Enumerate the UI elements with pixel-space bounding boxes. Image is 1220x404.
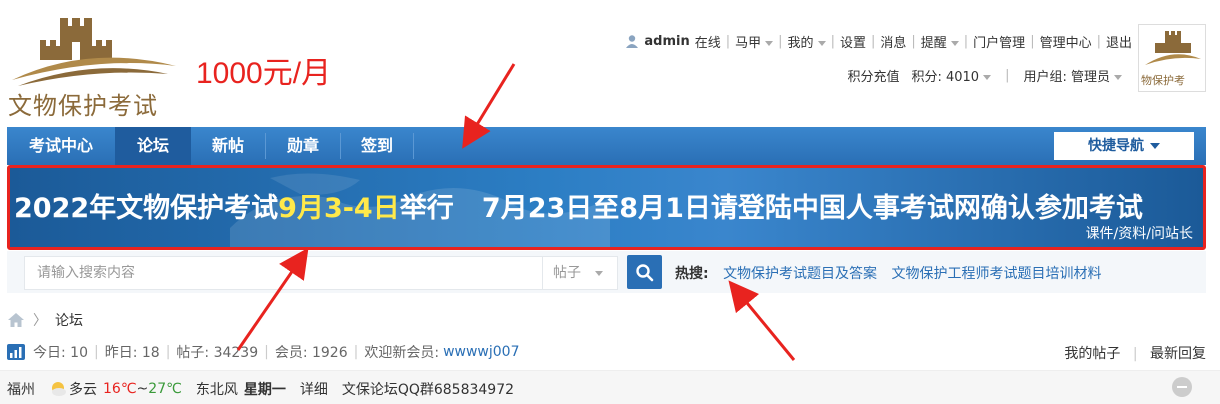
nav-checkin[interactable]: 签到 [341,127,413,165]
banner-subtitle[interactable]: 课件/资料/问站长 [1086,223,1193,243]
quick-nav-button[interactable]: 快捷导航 [1054,132,1194,160]
search-bar: 请输入搜索内容 帖子 热搜: 文物保护考试题目及答案 文物保护工程师考试题目培训… [7,251,1206,293]
bar-chart-icon [7,344,25,360]
logo-text: 文物保护考试 [8,92,158,120]
link-portal-admin[interactable]: 门户管理 [973,32,1025,51]
announcement-banner[interactable]: 2022年文物保护考试9月3-4日举行 7月23日至8月1日请登陆中国人事考试网… [7,165,1206,250]
online-status: 在线 [694,35,721,51]
weather-detail-link[interactable]: 详细 [300,379,328,399]
chevron-down-icon [765,40,774,46]
price-annotation: 1000元/月 [196,57,332,90]
cloudy-sun-icon [52,382,66,396]
chevron-down-icon [983,74,992,80]
link-alt-account[interactable]: 马甲 [735,32,774,51]
nav-exam-center[interactable]: 考试中心 [7,127,115,165]
link-reminders[interactable]: 提醒 [921,32,959,51]
home-icon[interactable] [7,312,25,328]
hot-searches-label: 热搜: [675,266,709,282]
weather-bar: 福州 多云 16℃ ~ 27℃ 东北风 星期一 详细 文保论坛QQ群685834… [0,370,1220,404]
search-input[interactable]: 请输入搜索内容 [24,256,542,290]
temp-high: 27℃ [148,381,182,397]
stat-posts: 帖子: 34239 [176,345,259,361]
castle-logo-icon [1145,31,1201,65]
stat-today: 今日: 10 [33,345,88,361]
weather-wind: 东北风 [195,382,238,398]
search-type-select[interactable]: 帖子 [542,256,618,290]
latest-reply-link[interactable]: 最新回复 [1150,346,1206,362]
link-settings[interactable]: 设置 [840,32,866,51]
forum-stats: 今日: 10 | 昨日: 18 | 帖子: 34239 | 会员: 1926 |… [7,343,519,361]
avatar-text: 物保护考 [1141,74,1185,87]
nav-new-posts[interactable]: 新帖 [191,127,265,165]
link-admin-center[interactable]: 管理中心 [1040,32,1092,51]
breadcrumb-current[interactable]: 论坛 [55,310,83,330]
chevron-down-icon [1150,143,1160,149]
user-toolbar: admin 在线 | 马甲 | 我的 | 设置 | 消息 | 提醒 | 门户管理… [625,30,1132,52]
link-recharge[interactable]: 积分充值 [847,66,899,85]
points-menu[interactable]: 积分: 4010 [911,66,992,85]
temp-low: 16℃ [103,381,137,397]
new-member-link[interactable]: wwwwj007 [443,344,519,360]
main-nav: 考试中心 论坛 新帖 勋章 签到 快捷导航 [7,127,1206,165]
weather-condition: 多云 [69,382,97,398]
breadcrumb: 〉 论坛 [7,310,83,330]
stat-members: 会员: 1926 [274,345,348,361]
hot-keyword-link[interactable]: 文物保护工程师考试题目培训材料 [892,266,1102,282]
weather-day: 星期一 [243,382,286,398]
post-links: 我的帖子 | 最新回复 [1064,346,1206,362]
user-icon [625,34,639,48]
stat-yesterday: 昨日: 18 [104,345,160,361]
castle-logo-icon [12,18,176,86]
chevron-down-icon [1114,74,1122,80]
weather-city: 福州 [7,382,35,398]
user-group-menu[interactable]: 用户组: 管理员 [1023,66,1122,85]
welcome-label: 欢迎新会员: [364,345,440,361]
chevron-down-icon [950,40,959,46]
nav-medals[interactable]: 勋章 [266,127,340,165]
weather-info: 福州 多云 16℃ ~ 27℃ 东北风 星期一 详细 文保论坛QQ群685834… [7,379,515,399]
user-toolbar-secondary: 积分充值 积分: 4010 | 用户组: 管理员 [847,64,1122,86]
chevron-down-icon [817,40,826,46]
hot-keyword-link[interactable]: 文物保护考试题目及答案 [723,266,877,282]
arrow-annotation [728,280,796,361]
link-my[interactable]: 我的 [788,32,826,51]
nav-forum[interactable]: 论坛 [115,127,191,165]
link-logout[interactable]: 退出 [1106,32,1132,51]
link-messages[interactable]: 消息 [880,32,906,51]
breadcrumb-separator: 〉 [33,313,47,329]
avatar[interactable]: 物保护考 [1138,24,1206,92]
username-link[interactable]: admin [644,34,689,49]
search-icon [636,264,654,282]
search-button[interactable] [627,255,662,289]
header: 文物保护考试 1000元/月 admin 在线 | 马甲 | 我的 | 设置 |… [0,0,1220,126]
nav-divider [413,133,414,159]
banner-headline: 2022年文物保护考试9月3-4日举行 7月23日至8月1日请登陆中国人事考试网… [14,193,1143,224]
collapse-icon[interactable] [1172,377,1192,397]
hot-searches: 热搜: 文物保护考试题目及答案 文物保护工程师考试题目培训材料 [675,263,1112,283]
my-posts-link[interactable]: 我的帖子 [1064,346,1120,362]
chevron-down-icon [595,270,603,276]
qq-group-text: 文保论坛QQ群685834972 [341,382,515,398]
